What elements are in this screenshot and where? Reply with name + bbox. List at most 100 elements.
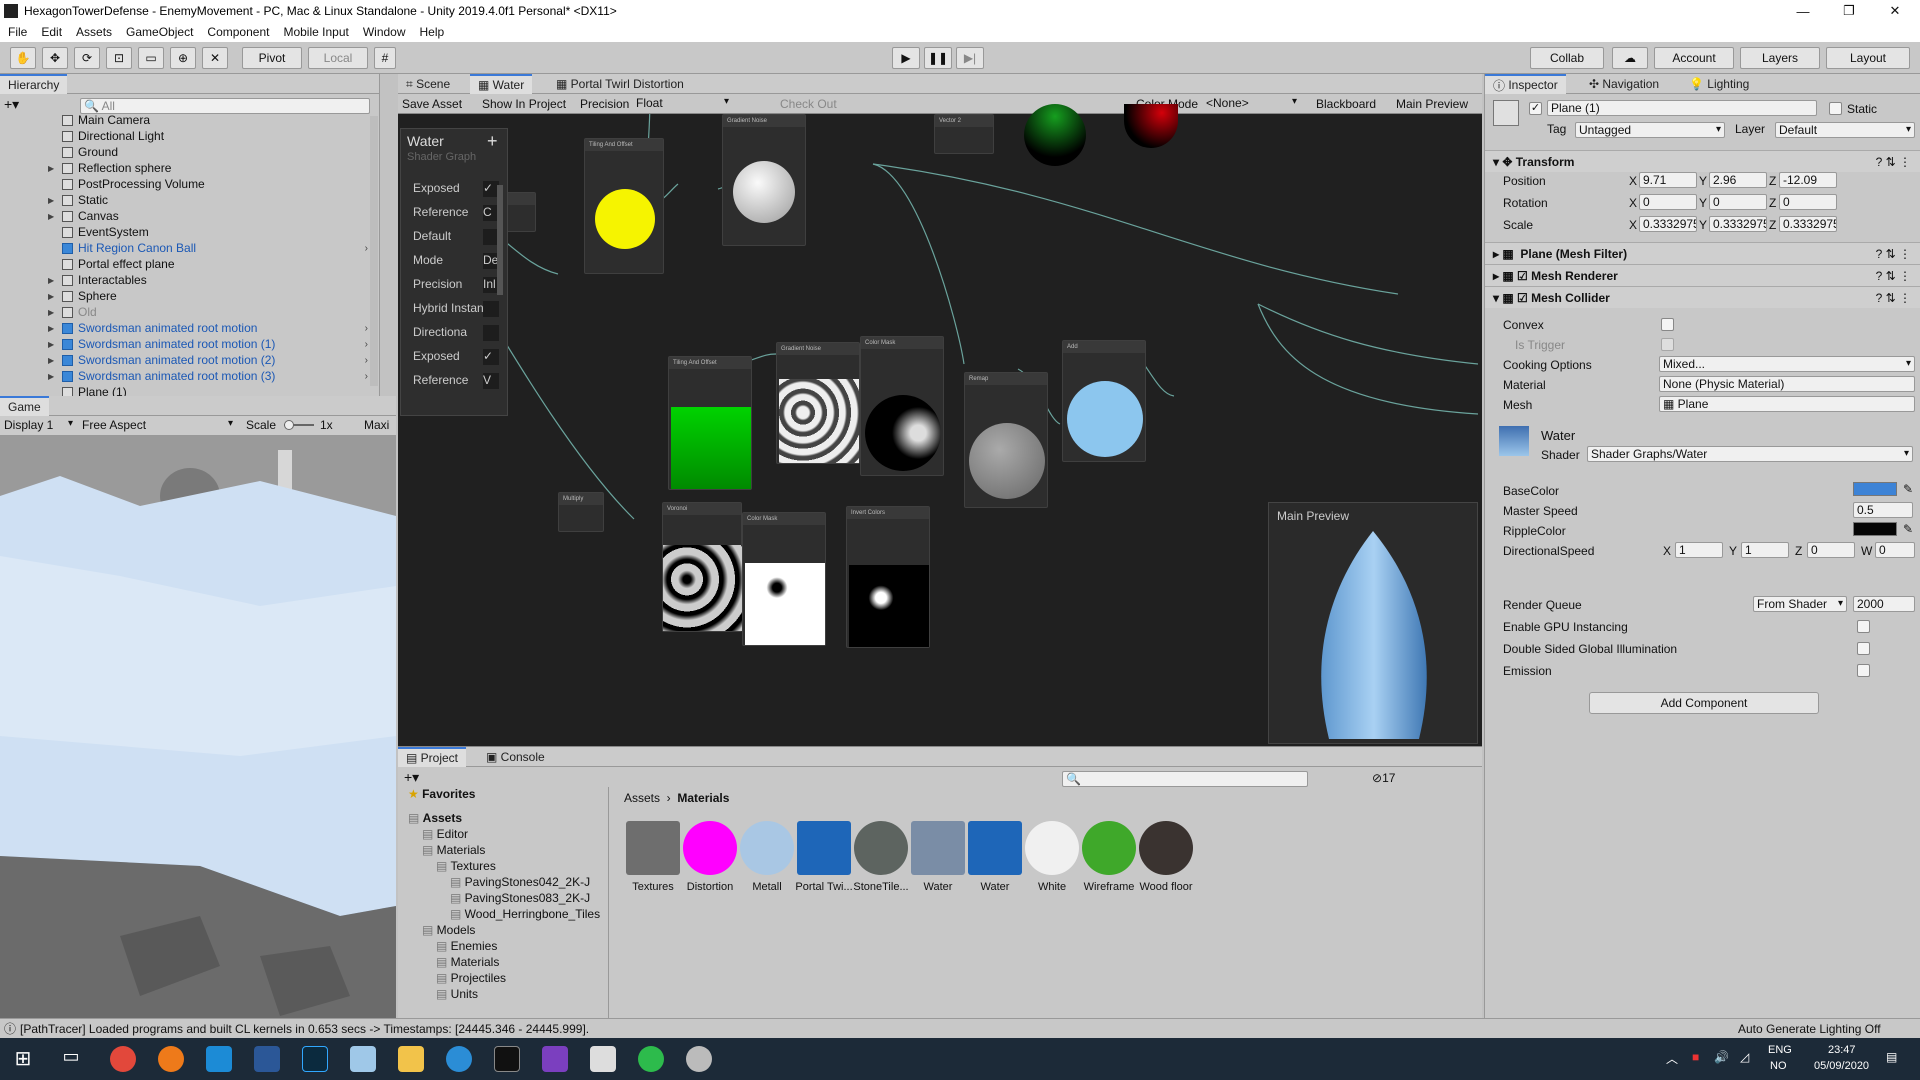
hierarchy-item[interactable]: ▶ Swordsman animated root motion (1) › [0,336,378,352]
minimize-button[interactable]: — [1780,0,1826,22]
hidden-count[interactable]: ⊘17 [1372,771,1412,785]
check-out-button[interactable]: Check Out [780,97,837,111]
unity-taskbar-icon[interactable] [590,1046,616,1072]
task-view-icon[interactable]: ▭ [58,1046,84,1072]
project-tree-item[interactable]: ▤ Models [422,923,475,937]
convex-checkbox[interactable] [1661,318,1674,331]
expand-arrow-icon[interactable]: ▶ [48,308,54,317]
custom-tool-icon[interactable]: ✕ [202,47,228,69]
layer-dropdown[interactable]: Default [1775,122,1915,138]
language-code[interactable]: ENG [1768,1044,1792,1056]
add-icon[interactable]: +▾ [4,96,19,113]
precision-dropdown[interactable]: Float [636,96,732,112]
tab-water[interactable]: ▦ Water [470,74,533,94]
transform-z-field[interactable]: 0 [1779,194,1837,210]
blackboard-row[interactable]: Directiona [413,325,499,343]
ripple-color-swatch[interactable] [1853,522,1897,536]
transform-y-field[interactable]: 2.96 [1709,172,1767,188]
prefab-open-icon[interactable]: › [365,323,368,334]
hierarchy-item[interactable]: ▶ Sphere [0,288,378,304]
node-gradient-noise-2[interactable]: Gradient Noise [776,342,860,464]
expand-arrow-icon[interactable]: ▶ [48,276,54,285]
dir-y-field[interactable]: 1 [1741,542,1789,558]
blackboard-scrollbar[interactable] [497,185,503,295]
tab-scene[interactable]: ⌗ Scene [398,74,458,94]
menu-mobile-input[interactable]: Mobile Input [283,25,348,39]
physic-material-field[interactable]: None (Physic Material) [1659,376,1915,392]
scale-slider[interactable] [284,420,314,430]
node-invert-colors[interactable]: Invert Colors [846,506,930,648]
prefab-open-icon[interactable]: › [365,371,368,382]
mesh-collider-section[interactable]: ▾ ▦ ☑ Mesh Collider? ⇅ ⋮ [1485,286,1920,308]
menu-assets[interactable]: Assets [76,25,112,39]
hierarchy-item[interactable]: ▶ Reflection sphere [0,160,378,176]
project-tree-item[interactable]: ▤ Assets [408,811,462,825]
chrome-icon[interactable] [110,1046,136,1072]
maximize-toggle[interactable]: Maxi [364,418,389,432]
transform-y-field[interactable]: 0 [1709,194,1767,210]
teamviewer-icon[interactable] [206,1046,232,1072]
tab-hierarchy[interactable]: Hierarchy [0,74,68,94]
wechat-icon[interactable] [638,1046,664,1072]
rotate-tool-icon[interactable]: ⟳ [74,47,100,69]
game-viewport[interactable] [0,436,396,1028]
hierarchy-item[interactable]: EventSystem [0,224,378,240]
render-queue-field[interactable]: 2000 [1853,596,1915,612]
emission-checkbox[interactable] [1857,664,1870,677]
display-dropdown[interactable]: Display 1 [2,418,76,434]
node-multiply-2[interactable]: Multiply [558,492,604,532]
photoshop-icon[interactable] [302,1046,328,1072]
node-gradient-noise-1[interactable]: Gradient Noise [722,114,806,246]
hierarchy-item[interactable]: Ground [0,144,378,160]
menu-file[interactable]: File [8,25,27,39]
hierarchy-item[interactable]: Main Camera [0,112,378,128]
account-dropdown[interactable]: Account [1654,47,1734,69]
hierarchy-item[interactable]: Directional Light [0,128,378,144]
notifications-icon[interactable]: ▤ [1886,1050,1897,1064]
windows-start-icon[interactable]: ⊞ [10,1046,36,1072]
prefab-open-icon[interactable]: › [365,355,368,366]
node-vector2[interactable]: Vector 2 [934,114,994,154]
menu-gameobject[interactable]: GameObject [126,25,193,39]
notepad-icon[interactable] [350,1046,376,1072]
shader-dropdown[interactable]: Shader Graphs/Water [1587,446,1913,462]
scale-tool-icon[interactable]: ⊡ [106,47,132,69]
project-add-icon[interactable]: +▾ [404,769,419,786]
component-menu-icon[interactable]: ? ⇅ ⋮ [1876,291,1911,305]
transform-z-field[interactable]: 0.3332975 [1779,216,1837,232]
rect-tool-icon[interactable]: ▭ [138,47,164,69]
terminal-icon[interactable] [494,1046,520,1072]
component-menu-icon[interactable]: ? ⇅ ⋮ [1876,269,1911,283]
file-explorer-icon[interactable] [398,1046,424,1072]
expand-arrow-icon[interactable]: ▶ [48,340,54,349]
static-checkbox[interactable] [1829,102,1842,115]
aspect-dropdown[interactable]: Free Aspect [80,418,236,434]
expand-arrow-icon[interactable]: ▶ [48,212,54,221]
word-icon[interactable] [254,1046,280,1072]
network-icon[interactable]: ◿ [1740,1050,1749,1064]
gpu-instancing-checkbox[interactable] [1857,620,1870,633]
blackboard-row-value[interactable] [483,325,499,341]
project-tree-item[interactable]: ★ Favorites [408,787,475,801]
project-tree-item[interactable]: ▤ PavingStones042_2K-J [450,875,590,889]
status-message[interactable]: [PathTracer] Loaded programs and built C… [20,1022,589,1036]
blackboard-row-value[interactable]: ✓ [483,349,499,365]
blackboard-row[interactable]: Exposed ✓ [413,349,499,367]
tag-dropdown[interactable]: Untagged [1575,122,1725,138]
visual-studio-icon[interactable] [542,1046,568,1072]
hierarchy-item[interactable]: PostProcessing Volume [0,176,378,192]
scale-slider-handle[interactable] [284,420,294,430]
cloud-icon[interactable]: ☁ [1612,47,1648,69]
clock-time[interactable]: 23:47 [1828,1044,1856,1056]
close-button[interactable]: ✕ [1872,0,1918,22]
blackboard-row[interactable]: Exposed ✓ [413,181,499,199]
show-in-project-button[interactable]: Show In Project [482,97,566,111]
mesh-filter-section[interactable]: ▸ ▦ Plane (Mesh Filter)? ⇅ ⋮ [1485,242,1920,264]
project-tree-item[interactable]: ▤ Enemies [436,939,497,953]
blackboard-row-value[interactable]: V [483,373,499,389]
tab-lighting[interactable]: 💡 Lighting [1681,74,1757,94]
lighting-status[interactable]: Auto Generate Lighting Off [1738,1022,1881,1036]
breadcrumb-assets[interactable]: Assets [624,791,660,805]
tab-game[interactable]: Game [0,396,49,416]
pause-button[interactable]: ❚❚ [924,47,952,69]
